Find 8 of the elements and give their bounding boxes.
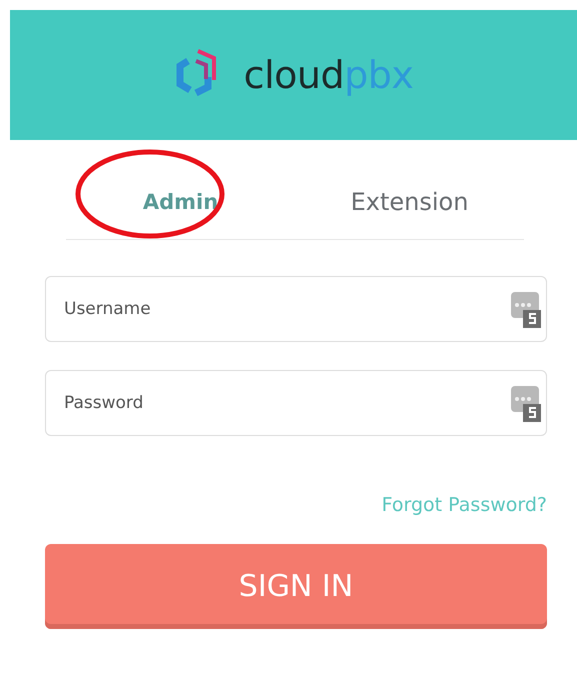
input-field[interactable]: Password <box>45 370 547 436</box>
tab[interactable]: Admin <box>66 164 295 239</box>
sign-in-button[interactable]: SIGN IN <box>45 544 547 629</box>
input-field[interactable]: Username <box>45 276 547 342</box>
forgot-password-link[interactable]: Forgot Password? <box>382 494 547 516</box>
password-manager-icon[interactable] <box>511 386 543 422</box>
password-manager-icon[interactable] <box>511 292 543 328</box>
tab[interactable]: Extension <box>295 164 524 239</box>
